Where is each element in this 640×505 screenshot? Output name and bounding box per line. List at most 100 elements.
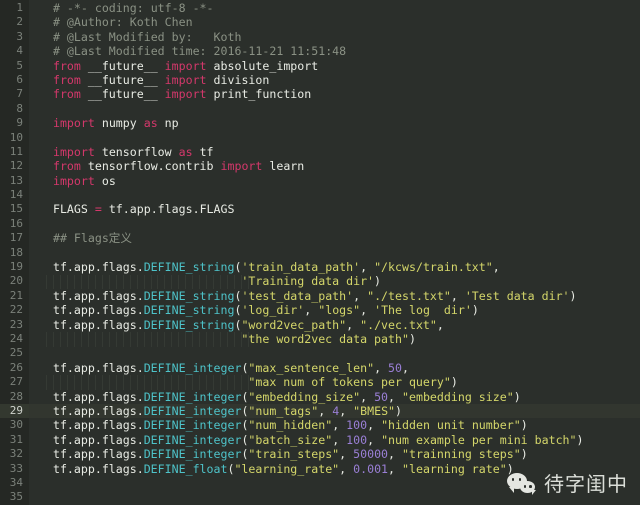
code-token: tensorflow.contrib bbox=[80, 159, 221, 174]
line-number[interactable]: 12 bbox=[0, 159, 29, 173]
line-number[interactable]: 26 bbox=[0, 361, 29, 375]
code-token: 'The log dir' bbox=[374, 303, 472, 318]
code-line[interactable] bbox=[29, 246, 640, 260]
line-number[interactable]: 19 bbox=[0, 260, 29, 274]
line-number[interactable]: 8 bbox=[0, 102, 29, 116]
line-number[interactable]: 14 bbox=[0, 188, 29, 202]
code-token: tf.app.flags. bbox=[39, 303, 144, 318]
code-line[interactable]: # @Author: Koth Chen bbox=[29, 15, 640, 29]
line-number[interactable]: 13 bbox=[0, 174, 29, 188]
code-token: import bbox=[164, 58, 207, 73]
code-line[interactable]: tf.app.flags.DEFINE_string("word2vec_pat… bbox=[29, 318, 640, 332]
code-token: ## Flags定义 bbox=[52, 231, 132, 246]
code-line[interactable]: tf.app.flags.DEFINE_integer("train_steps… bbox=[29, 447, 640, 461]
line-number[interactable]: 11 bbox=[0, 145, 29, 159]
code-token: ) bbox=[374, 274, 382, 289]
code-token: , bbox=[436, 317, 444, 332]
code-token: tensorflow bbox=[94, 144, 179, 159]
code-line[interactable]: tf.app.flags.DEFINE_integer("num_hidden"… bbox=[29, 418, 640, 432]
line-number[interactable]: 15 bbox=[0, 202, 29, 216]
code-token: 'log_dir' bbox=[241, 303, 305, 318]
line-number[interactable]: 28 bbox=[0, 390, 29, 404]
code-line[interactable]: # @Last Modified by: Koth bbox=[29, 30, 640, 44]
code-content[interactable]: # -*- coding: utf-8 -*- # @Author: Koth … bbox=[29, 0, 640, 505]
line-number[interactable]: 1 bbox=[0, 1, 29, 15]
code-token: import bbox=[52, 144, 95, 159]
line-number[interactable]: 24 bbox=[0, 332, 29, 346]
code-line[interactable]: import tensorflow as tf bbox=[29, 145, 640, 159]
code-line[interactable] bbox=[29, 131, 640, 145]
code-token: tf.app.flags. bbox=[39, 461, 144, 476]
code-token: # -*- coding: utf-8 -*- bbox=[52, 1, 214, 15]
line-number[interactable]: 34 bbox=[0, 476, 29, 490]
code-token: , bbox=[402, 360, 409, 375]
code-token: ) bbox=[576, 432, 584, 447]
code-line[interactable]: tf.app.flags.DEFINE_string('train_data_p… bbox=[29, 260, 640, 274]
code-token: , bbox=[332, 432, 347, 447]
line-number[interactable]: 27 bbox=[0, 375, 29, 389]
code-line[interactable]: # @Last Modified time: 2016-11-21 11:51:… bbox=[29, 44, 640, 58]
code-line[interactable] bbox=[29, 188, 640, 202]
code-token: "BMES" bbox=[353, 403, 396, 418]
line-number[interactable]: 10 bbox=[0, 131, 29, 145]
code-line[interactable]: import numpy as np bbox=[29, 116, 640, 130]
line-number[interactable]: 9 bbox=[0, 116, 29, 130]
line-number[interactable]: 23 bbox=[0, 318, 29, 332]
line-number[interactable]: 6 bbox=[0, 73, 29, 87]
code-line[interactable]: tf.app.flags.DEFINE_integer("num_tags", … bbox=[29, 403, 640, 419]
code-line[interactable]: tf.app.flags.DEFINE_integer("batch_size"… bbox=[29, 433, 640, 447]
line-number[interactable]: 29 bbox=[0, 403, 29, 419]
code-token: tf.app.flags. bbox=[39, 288, 144, 303]
line-number[interactable]: 4 bbox=[0, 44, 29, 58]
code-line[interactable]: tf.app.flags.DEFINE_integer("embedding_s… bbox=[29, 390, 640, 404]
line-number[interactable]: 22 bbox=[0, 303, 29, 317]
code-token: "the word2vec data path" bbox=[241, 331, 409, 346]
code-line[interactable] bbox=[29, 346, 640, 360]
code-line[interactable]: tf.app.flags.DEFINE_string('test_data_pa… bbox=[29, 289, 640, 303]
code-line[interactable]: "the word2vec data path") bbox=[29, 332, 640, 346]
code-line[interactable]: 'Training data dir') bbox=[29, 274, 640, 288]
line-number[interactable]: 16 bbox=[0, 217, 29, 231]
code-token: absolute_import bbox=[206, 58, 319, 73]
code-token: import bbox=[164, 87, 207, 102]
code-token: FLAGS bbox=[52, 202, 95, 217]
code-line[interactable]: from __future__ import absolute_import bbox=[29, 59, 640, 73]
line-number[interactable]: 2 bbox=[0, 15, 29, 29]
line-number[interactable]: 5 bbox=[0, 59, 29, 73]
code-line[interactable]: from __future__ import division bbox=[29, 73, 640, 87]
code-token: tf.app.flags. bbox=[39, 418, 144, 433]
code-line[interactable]: tf.app.flags.DEFINE_integer("max_sentenc… bbox=[29, 361, 640, 375]
code-line[interactable] bbox=[29, 217, 640, 231]
line-number[interactable]: 7 bbox=[0, 87, 29, 101]
code-line[interactable]: ## Flags定义 bbox=[29, 231, 640, 245]
code-token: , bbox=[374, 360, 389, 375]
code-pane[interactable]: # -*- coding: utf-8 -*- # @Author: Koth … bbox=[29, 0, 640, 505]
code-line[interactable]: from tensorflow.contrib import learn bbox=[29, 159, 640, 173]
code-token: "learning rate" bbox=[402, 461, 507, 476]
line-number[interactable]: 32 bbox=[0, 447, 29, 461]
code-line[interactable]: import os bbox=[29, 174, 640, 188]
line-number[interactable]: 30 bbox=[0, 418, 29, 432]
code-line[interactable]: "max num of tokens per query") bbox=[29, 375, 640, 389]
code-line[interactable]: tf.app.flags.DEFINE_string('log_dir', "l… bbox=[29, 303, 640, 317]
code-token: learn bbox=[262, 159, 305, 174]
line-number[interactable]: 33 bbox=[0, 462, 29, 476]
wechat-icon bbox=[507, 473, 537, 495]
line-number[interactable]: 18 bbox=[0, 246, 29, 260]
line-number[interactable]: 21 bbox=[0, 289, 29, 303]
code-line[interactable]: # -*- coding: utf-8 -*- bbox=[29, 1, 640, 15]
line-number[interactable]: 35 bbox=[0, 490, 29, 504]
code-line[interactable] bbox=[29, 102, 640, 116]
line-number[interactable]: 17 bbox=[0, 231, 29, 245]
line-number[interactable]: 3 bbox=[0, 30, 29, 44]
line-number[interactable]: 25 bbox=[0, 346, 29, 360]
code-line[interactable]: FLAGS = tf.app.flags.FLAGS bbox=[29, 202, 640, 216]
line-number[interactable]: 31 bbox=[0, 433, 29, 447]
line-number[interactable]: 20 bbox=[0, 274, 29, 288]
code-token: import bbox=[220, 159, 263, 174]
code-line[interactable]: from __future__ import print_function bbox=[29, 87, 640, 101]
